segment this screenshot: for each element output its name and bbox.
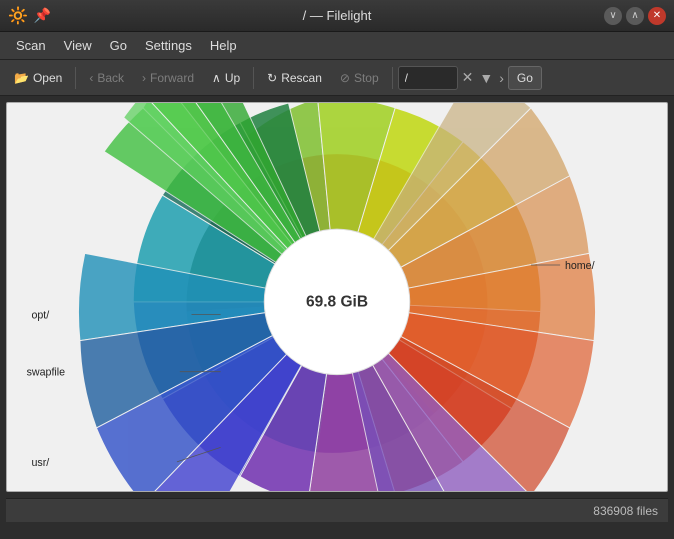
menu-help[interactable]: Help: [202, 35, 245, 56]
chart-area: 69.8 GiB home/ opt/ swapfile usr/ var: [6, 102, 668, 492]
files-count: 836908 files: [593, 504, 658, 518]
app-icon: 🔆: [8, 6, 28, 26]
menu-settings[interactable]: Settings: [137, 35, 200, 56]
rescan-icon: ↻: [267, 71, 277, 85]
window-title: / — Filelight: [303, 8, 372, 23]
maximize-button[interactable]: ∧: [626, 7, 644, 25]
pin-icon: 📌: [34, 7, 51, 24]
title-bar-left: 🔆 📌: [8, 6, 51, 26]
back-button[interactable]: ‹ Back: [81, 68, 132, 88]
location-input[interactable]: [398, 66, 458, 90]
toolbar-separator-2: [253, 67, 254, 89]
stop-button[interactable]: ⊘ Stop: [332, 68, 387, 88]
up-icon: ∧: [212, 71, 221, 85]
folder-icon: 📂: [14, 71, 29, 85]
stop-icon: ⊘: [340, 71, 350, 85]
filelight-svg: 69.8 GiB home/ opt/ swapfile usr/ var: [7, 103, 667, 491]
close-button[interactable]: ✕: [648, 7, 666, 25]
label-swapfile: swapfile: [27, 367, 66, 379]
open-button[interactable]: 📂 Open: [6, 68, 70, 88]
clear-location-icon[interactable]: ✕: [460, 69, 476, 86]
up-button[interactable]: ∧ Up: [204, 68, 248, 88]
menu-view[interactable]: View: [56, 35, 100, 56]
menu-bar: Scan View Go Settings Help: [0, 32, 674, 60]
label-opt: opt/: [31, 309, 49, 321]
window-controls: ∨ ∧ ✕: [604, 7, 666, 25]
title-bar: 🔆 📌 / — Filelight ∨ ∧ ✕: [0, 0, 674, 32]
location-bar: ✕ ▼ › Go: [398, 66, 668, 90]
toolbar: 📂 Open ‹ Back › Forward ∧ Up ↻ Rescan ⊘ …: [0, 60, 674, 96]
minimize-button[interactable]: ∨: [604, 7, 622, 25]
label-home: home/: [565, 260, 595, 272]
forward-button[interactable]: › Forward: [134, 68, 202, 88]
status-bar: 836908 files: [6, 498, 668, 522]
toolbar-separator-1: [75, 67, 76, 89]
toolbar-separator-3: [392, 67, 393, 89]
go-button[interactable]: Go: [508, 66, 542, 90]
nav-right-icon: ›: [497, 70, 506, 86]
forward-icon: ›: [142, 71, 146, 85]
rescan-button[interactable]: ↻ Rescan: [259, 68, 330, 88]
menu-go[interactable]: Go: [102, 35, 135, 56]
back-icon: ‹: [89, 71, 93, 85]
chart-center-label: 69.8 GiB: [306, 294, 368, 311]
label-usr: usr/: [31, 457, 49, 469]
menu-scan[interactable]: Scan: [8, 35, 54, 56]
dropdown-icon[interactable]: ▼: [477, 70, 495, 86]
